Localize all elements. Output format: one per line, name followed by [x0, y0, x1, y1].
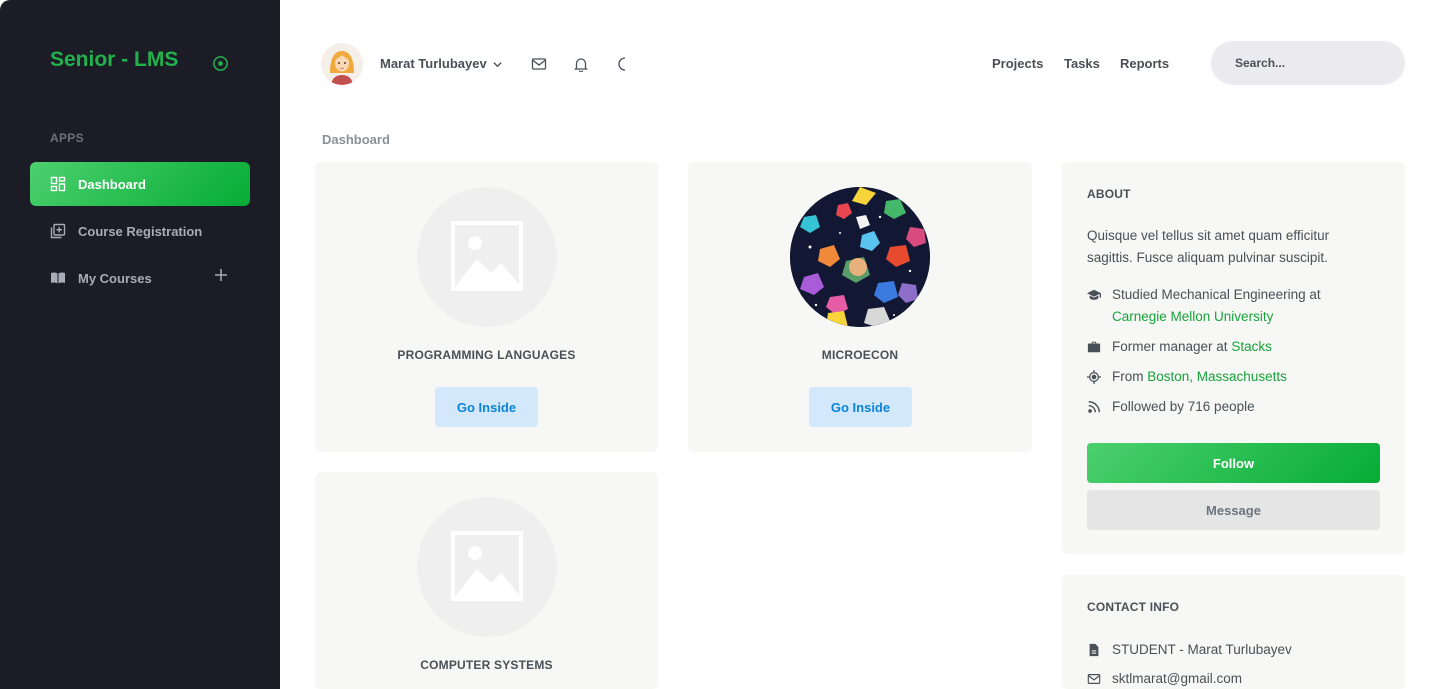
course-card-computer-systems: COMPUTER SYSTEMS: [315, 472, 658, 689]
sidebar-item-course-registration[interactable]: Course Registration: [30, 209, 250, 253]
sidebar-item-dashboard[interactable]: Dashboard: [30, 162, 250, 206]
course-image: [417, 187, 557, 327]
contact-role: STUDENT - Marat Turlubayev: [1087, 639, 1357, 661]
course-image: [790, 187, 930, 327]
followers-count: Followed by 716 people: [1112, 399, 1255, 414]
target-icon[interactable]: [212, 55, 229, 72]
mail-icon[interactable]: [531, 56, 547, 72]
info-from: From Boston, Massachusetts: [1087, 366, 1357, 388]
sidebar: Senior - LMS APPS Dashboard Course Regis…: [0, 0, 280, 689]
briefcase-icon: [1087, 341, 1101, 353]
graduation-cap-icon: [1087, 289, 1101, 300]
contact-role-text: STUDENT - Marat Turlubayev: [1112, 642, 1292, 657]
chevron-down-icon[interactable]: [492, 59, 503, 70]
course-title: MICROECON: [821, 348, 899, 362]
info-former-text: Former manager at: [1112, 339, 1228, 354]
info-studied-text: Studied Mechanical Engineering at: [1112, 287, 1321, 302]
course-image: [417, 497, 557, 637]
message-button[interactable]: Message: [1087, 490, 1380, 530]
document-icon: [1089, 643, 1099, 657]
nav-link-tasks[interactable]: Tasks: [1064, 56, 1100, 71]
image-placeholder-icon: [451, 531, 523, 601]
gems-artwork: [790, 187, 930, 327]
location-crosshair-icon: [1087, 370, 1101, 384]
about-panel: ABOUT Quisque vel tellus sit amet quam e…: [1062, 162, 1405, 554]
brand-logo[interactable]: Senior - LMS: [50, 48, 178, 72]
course-title: COMPUTER SYSTEMS: [420, 658, 553, 672]
book-open-icon: [51, 272, 65, 284]
avatar[interactable]: [321, 43, 363, 85]
course-card-programming-languages: PROGRAMMING LANGUAGES Go Inside: [315, 162, 658, 452]
image-placeholder-icon: [451, 221, 523, 291]
about-title: ABOUT: [1087, 187, 1131, 201]
nav-link-projects[interactable]: Projects: [992, 56, 1043, 71]
contact-email: sktlmarat@gmail.com: [1087, 668, 1357, 689]
sidebar-section-label: APPS: [50, 131, 84, 145]
library-add-icon: [50, 223, 66, 239]
course-card-microecon: MICROECON Go Inside: [688, 162, 1032, 452]
sidebar-item-my-courses[interactable]: My Courses: [30, 256, 250, 300]
location-link[interactable]: Boston, Massachusetts: [1147, 369, 1287, 384]
info-from-text: From: [1112, 369, 1144, 384]
about-text: Quisque vel tellus sit amet quam efficit…: [1087, 228, 1330, 265]
info-followed: Followed by 716 people: [1087, 396, 1357, 418]
dashboard-icon: [50, 176, 66, 192]
contact-title: CONTACT INFO: [1087, 600, 1180, 614]
info-studied: Studied Mechanical Engineering at Carnegi…: [1087, 284, 1357, 328]
contact-panel: CONTACT INFO STUDENT - Marat Turlubayev …: [1062, 575, 1405, 689]
mail-icon: [1087, 674, 1101, 684]
follow-button[interactable]: Follow: [1087, 443, 1380, 483]
moon-icon[interactable]: [615, 56, 631, 72]
go-inside-button[interactable]: Go Inside: [435, 387, 538, 427]
sidebar-item-label: Course Registration: [78, 223, 203, 239]
course-title: PROGRAMMING LANGUAGES: [397, 348, 576, 362]
plus-icon[interactable]: [214, 268, 228, 282]
user-menu-name[interactable]: Marat Turlubayev: [380, 56, 487, 71]
bell-icon[interactable]: [573, 56, 589, 72]
info-former: Former manager at Stacks: [1087, 336, 1357, 358]
user-avatar-icon: [321, 43, 363, 85]
breadcrumb: Dashboard: [322, 132, 390, 147]
contact-email-text[interactable]: sktlmarat@gmail.com: [1112, 668, 1242, 689]
sidebar-item-label: Dashboard: [78, 176, 146, 192]
nav-link-reports[interactable]: Reports: [1120, 56, 1169, 71]
go-inside-button[interactable]: Go Inside: [809, 387, 912, 427]
university-link[interactable]: Carnegie Mellon University: [1112, 309, 1273, 324]
company-link[interactable]: Stacks: [1231, 339, 1272, 354]
rss-icon: [1088, 401, 1100, 413]
search-input[interactable]: [1211, 41, 1405, 85]
sidebar-item-label: My Courses: [78, 270, 152, 286]
